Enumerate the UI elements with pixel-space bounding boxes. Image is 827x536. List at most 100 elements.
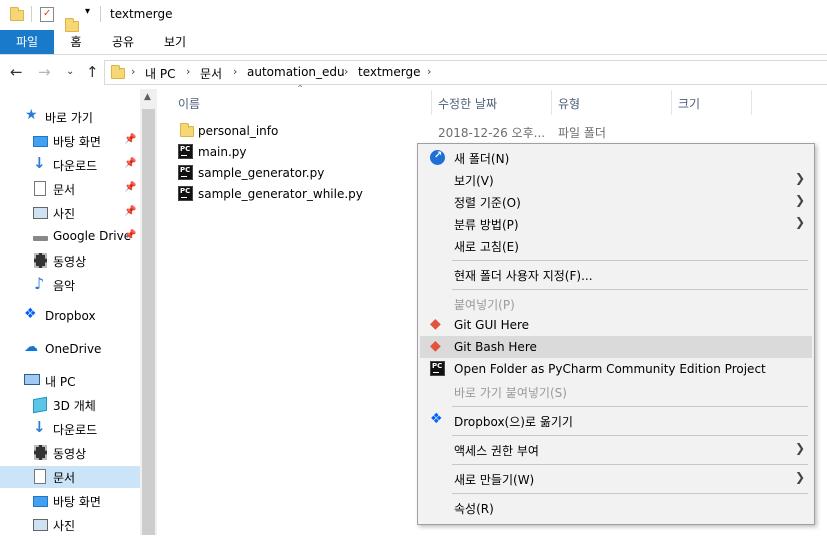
chevron-right-icon[interactable]: › (344, 65, 348, 78)
download-icon: ↓ (33, 154, 46, 172)
menu-item-label: 새 폴더(N) (454, 152, 510, 166)
column-separator[interactable] (671, 90, 672, 115)
file-modified: 2018-12-26 오후... (438, 126, 546, 140)
sidebar-item-pictures[interactable]: 사진 📌 (0, 202, 140, 224)
pc-icon (24, 374, 40, 385)
column-separator[interactable] (431, 90, 432, 115)
pin-icon[interactable]: 📌 (124, 182, 136, 193)
forward-arrow-icon[interactable]: → (38, 63, 51, 81)
chevron-right-icon[interactable]: › (131, 65, 135, 78)
sidebar-item-music[interactable]: ♪ 음악 (0, 274, 140, 296)
sidebar-item-downloads-pc[interactable]: ↓ 다운로드 (0, 418, 140, 440)
file-row[interactable]: sample_generator_while.py (176, 184, 416, 205)
properties-checklist-icon[interactable]: ✓ (40, 7, 54, 22)
sidebar-item-desktop[interactable]: 바탕 화면 📌 (0, 130, 140, 152)
menu-item-view[interactable]: 보기(V) ❯ (420, 168, 812, 190)
star-icon: ★ (25, 107, 38, 123)
sidebar-item-desktop-pc[interactable]: 바탕 화면 (0, 490, 140, 512)
file-row[interactable]: sample_generator.py (176, 163, 416, 184)
up-arrow-icon[interactable]: ↑ (86, 63, 99, 81)
pin-icon[interactable]: 📌 (124, 158, 136, 169)
menu-item-new[interactable]: 새로 만들기(W) ❯ (420, 467, 812, 489)
column-header-size[interactable]: 크기 (678, 95, 700, 112)
chevron-right-icon[interactable]: › (186, 65, 190, 78)
recent-locations-chevron-icon[interactable]: ⌄ (66, 66, 74, 77)
breadcrumb-item[interactable]: automation_edu (247, 65, 345, 79)
tab-file[interactable]: 파일 (0, 30, 54, 54)
tab-view[interactable]: 보기 (156, 30, 194, 54)
document-icon (34, 469, 46, 484)
address-bar[interactable]: › 내 PC › 문서 › automation_edu › textmerge… (104, 60, 827, 85)
column-header-name[interactable]: 이름 (178, 95, 200, 112)
sidebar-scrollbar[interactable]: ▲ (140, 89, 157, 535)
file-row[interactable]: main.py (176, 142, 416, 163)
quick-access-dropdown-icon[interactable]: ▾ (85, 6, 90, 17)
document-icon (34, 181, 46, 196)
menu-item-git-gui[interactable]: ◆ Git GUI Here (420, 314, 812, 336)
new-folder-icon: ↗ (430, 150, 445, 165)
sidebar-item-pictures-pc[interactable]: 사진 (0, 514, 140, 536)
download-icon: ↓ (33, 418, 46, 436)
menu-item-open-pycharm[interactable]: Open Folder as PyCharm Community Edition… (420, 358, 812, 380)
menu-item-new-folder[interactable]: ↗ 새 폴더(N) (420, 146, 812, 168)
folder-icon (180, 123, 194, 137)
menu-separator (452, 493, 808, 494)
sidebar-item-google-drive[interactable]: Google Drive 📌 (0, 226, 140, 248)
pycharm-icon (430, 361, 445, 376)
sidebar-item-label: 동영상 (53, 255, 87, 269)
menu-item-customize-folder[interactable]: 현재 폴더 사용자 지정(F)... (420, 263, 812, 285)
sidebar-item-dropbox[interactable]: ❖ Dropbox (0, 306, 140, 328)
column-separator[interactable] (551, 90, 552, 115)
breadcrumb-item[interactable]: 문서 (200, 65, 222, 82)
sidebar-item-videos[interactable]: 동영상 (0, 250, 140, 272)
desktop-icon (33, 496, 48, 507)
column-header-modified[interactable]: 수정한 날짜 (438, 95, 497, 112)
file-name: personal_info (198, 124, 279, 138)
pin-icon[interactable]: 📌 (124, 206, 136, 217)
menu-item-git-bash[interactable]: ◆ Git Bash Here (420, 336, 812, 358)
breadcrumb-item[interactable]: 내 PC (145, 65, 175, 82)
sidebar-item-onedrive[interactable]: ☁ OneDrive (0, 339, 140, 361)
sidebar-item-quick-access[interactable]: ★ 바로 가기 (0, 106, 140, 128)
tab-home[interactable]: 홈 (58, 30, 94, 54)
chevron-right-icon[interactable]: › (233, 65, 237, 78)
menu-separator (452, 406, 808, 407)
dropbox-icon: ❖ (24, 306, 37, 322)
sidebar-item-label: 바탕 화면 (53, 495, 101, 509)
sidebar-item-this-pc[interactable]: 내 PC (0, 370, 140, 392)
tab-share[interactable]: 공유 (104, 30, 142, 54)
column-separator[interactable] (751, 90, 752, 115)
sidebar-item-documents[interactable]: 문서 📌 (0, 178, 140, 200)
sidebar-item-documents-pc[interactable]: 문서 (0, 466, 140, 488)
file-row[interactable]: personal_info 2018-12-26 오후... (176, 121, 556, 142)
menu-item-label: 보기(V) (454, 174, 494, 188)
sidebar-item-label: 문서 (53, 471, 76, 485)
pin-icon[interactable]: 📌 (124, 134, 136, 145)
menu-item-properties[interactable]: 속성(R) (420, 496, 812, 518)
pin-icon[interactable]: 📌 (124, 230, 136, 241)
back-arrow-icon[interactable]: ← (10, 63, 23, 81)
menu-item-sort-by[interactable]: 정렬 기준(O) ❯ (420, 190, 812, 212)
title-bar: ✓ ▾ textmerge (0, 0, 827, 32)
menu-item-refresh[interactable]: 새로 고침(E) (420, 234, 812, 256)
sidebar-item-3d-objects[interactable]: 3D 개체 (0, 394, 140, 416)
scrollbar-thumb[interactable] (142, 109, 155, 535)
menu-item-label: 액세스 권한 부여 (454, 444, 539, 458)
scroll-up-arrow-icon[interactable]: ▲ (144, 92, 151, 102)
menu-item-label: 새로 고침(E) (454, 240, 519, 254)
sidebar-item-label: 3D 개체 (53, 399, 96, 413)
desktop-icon (33, 136, 48, 147)
menu-item-give-access[interactable]: 액세스 권한 부여 ❯ (420, 438, 812, 460)
menu-item-group-by[interactable]: 분류 방법(P) ❯ (420, 212, 812, 234)
menu-item-move-to-dropbox[interactable]: ❖ Dropbox(으)로 옮기기 (420, 409, 812, 431)
column-header-type[interactable]: 유형 (558, 95, 580, 112)
sidebar-item-downloads[interactable]: ↓ 다운로드 📌 (0, 154, 140, 176)
window-title: textmerge (110, 7, 173, 21)
file-name: main.py (198, 145, 247, 159)
folder-icon (10, 7, 24, 21)
menu-item-paste[interactable]: 붙여넣기(P) (420, 292, 812, 314)
breadcrumb-item[interactable]: textmerge (358, 65, 420, 79)
chevron-right-icon[interactable]: › (427, 65, 431, 78)
menu-item-paste-shortcut[interactable]: 바로 가기 붙여넣기(S) (420, 380, 812, 402)
sidebar-item-videos-pc[interactable]: 동영상 (0, 442, 140, 464)
